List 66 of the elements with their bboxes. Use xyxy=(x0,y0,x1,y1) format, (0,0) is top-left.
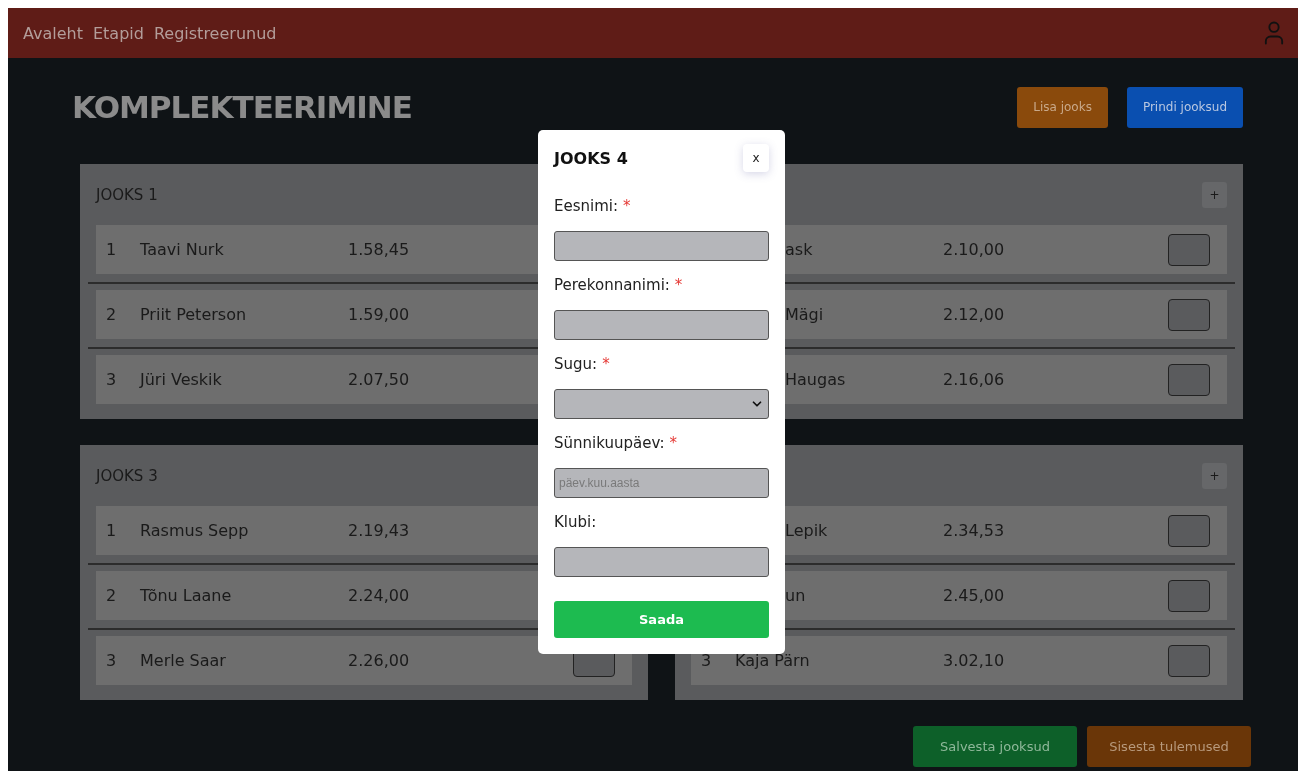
runner-name: Tõnu Laane xyxy=(140,586,232,605)
runner-time: 2.12,00 xyxy=(943,305,1005,324)
runner-time: 2.16,06 xyxy=(943,370,1005,389)
runner-name: un xyxy=(785,586,806,605)
result-input-field[interactable] xyxy=(1168,233,1210,266)
page-title: KOMPLEKTEERIMINE xyxy=(72,89,413,125)
text-input-field[interactable] xyxy=(554,231,769,261)
submit-button[interactable]: Saada xyxy=(554,601,769,638)
runner-time: 1.58,45 xyxy=(348,240,410,259)
runner-name: ask xyxy=(785,240,813,259)
date-input-field[interactable]: päev.kuu.aasta xyxy=(554,468,769,498)
result-input-field[interactable] xyxy=(1168,298,1210,331)
result-input-field[interactable] xyxy=(1168,514,1210,547)
lane-number: 1 xyxy=(106,240,117,259)
field-label: Eesnimi: xyxy=(554,196,619,217)
nav-link[interactable]: Etapid xyxy=(93,23,144,43)
runner-time: 2.26,00 xyxy=(348,651,410,670)
runner-time: 2.24,00 xyxy=(348,586,410,605)
nav-link[interactable]: Registreerunud xyxy=(153,23,277,43)
required-asterisk: * xyxy=(674,275,683,296)
required-asterisk: * xyxy=(623,196,631,217)
runner-name: Lepik xyxy=(785,521,828,540)
required-asterisk: * xyxy=(602,354,610,375)
lane-number: 1 xyxy=(106,521,117,540)
lane-number: 3 xyxy=(106,370,117,389)
text-input-field[interactable] xyxy=(554,547,769,577)
runner-name: Jüri Veskik xyxy=(140,370,222,389)
lane-number: 3 xyxy=(106,651,117,670)
add-heat-button[interactable]: Lisa jooks xyxy=(1017,86,1108,128)
field-label: Sugu: xyxy=(554,354,598,375)
text-input-field[interactable] xyxy=(554,310,769,340)
dialog-title: JOOKS 4 xyxy=(554,148,628,168)
lane-number: 3 xyxy=(701,651,712,670)
enter-results-button[interactable]: Sisesta tulemused xyxy=(1087,726,1251,767)
runner-time: 1.59,00 xyxy=(348,305,410,324)
lane-number: 2 xyxy=(106,586,117,605)
lane-number: 2 xyxy=(106,305,117,324)
runner-name: Haugas xyxy=(785,370,846,389)
heat-title: JOOKS 1 xyxy=(96,185,158,204)
result-input-field[interactable] xyxy=(1168,363,1210,396)
runner-time: 3.02,10 xyxy=(943,651,1005,670)
close-button[interactable]: x xyxy=(743,144,769,172)
field-label: Klubi: xyxy=(554,512,597,533)
runner-time: 2.45,00 xyxy=(943,586,1005,605)
required-asterisk: * xyxy=(669,433,677,454)
runner-time: 2.19,43 xyxy=(348,521,410,540)
nav-link[interactable]: Avaleht xyxy=(23,23,83,43)
runner-name: Priit Peterson xyxy=(140,305,247,324)
gender-select[interactable] xyxy=(554,389,769,419)
runner-name: Mägi xyxy=(785,305,824,324)
add-runner-button[interactable]: + xyxy=(1202,181,1227,208)
runner-name: Taavi Nurk xyxy=(140,240,224,259)
result-input-field[interactable] xyxy=(1168,579,1210,612)
heat-title: JOOKS 3 xyxy=(96,466,158,485)
result-input-field[interactable] xyxy=(1168,644,1210,677)
runner-name: Merle Saar xyxy=(140,651,226,670)
runner-time: 2.34,53 xyxy=(943,521,1005,540)
runner-time: 2.10,00 xyxy=(943,240,1005,259)
runner-name: Kaja Pärn xyxy=(735,651,810,670)
print-heats-button[interactable]: Prindi jooksud xyxy=(1126,86,1243,128)
field-label: Sünnikuupäev: xyxy=(554,433,665,454)
runner-name: Rasmus Sepp xyxy=(140,521,249,540)
add-runner-button[interactable]: + xyxy=(1202,462,1227,489)
runner-time: 2.07,50 xyxy=(348,370,410,389)
field-label: Perekonnanimi: xyxy=(554,275,670,296)
save-heats-button[interactable]: Salvesta jooksud xyxy=(913,726,1077,767)
